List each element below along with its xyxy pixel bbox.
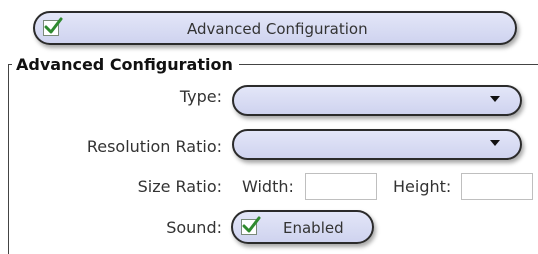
resolution-ratio-label: Resolution Ratio: bbox=[86, 137, 222, 156]
sound-toggle[interactable]: Enabled bbox=[231, 210, 374, 244]
advanced-configuration-toggle-label: Advanced Configuration bbox=[187, 20, 368, 38]
size-ratio-label: Size Ratio: bbox=[137, 177, 222, 196]
sound-toggle-label: Enabled bbox=[283, 219, 344, 237]
resolution-ratio-dropdown[interactable] bbox=[232, 129, 522, 160]
checkbox-checked-icon bbox=[241, 216, 261, 235]
type-dropdown[interactable] bbox=[232, 85, 522, 116]
type-label: Type: bbox=[179, 87, 222, 106]
advanced-configuration-toggle[interactable]: Advanced Configuration bbox=[33, 11, 517, 45]
width-input[interactable] bbox=[305, 173, 377, 200]
height-input[interactable] bbox=[461, 173, 533, 200]
checkbox-checked-icon bbox=[43, 17, 63, 36]
sound-label: Sound: bbox=[166, 218, 222, 237]
height-label: Height: bbox=[393, 177, 452, 196]
section-title: Advanced Configuration bbox=[12, 55, 239, 74]
chevron-down-icon bbox=[490, 96, 500, 102]
width-label: Width: bbox=[242, 177, 294, 196]
chevron-down-icon bbox=[490, 140, 500, 146]
